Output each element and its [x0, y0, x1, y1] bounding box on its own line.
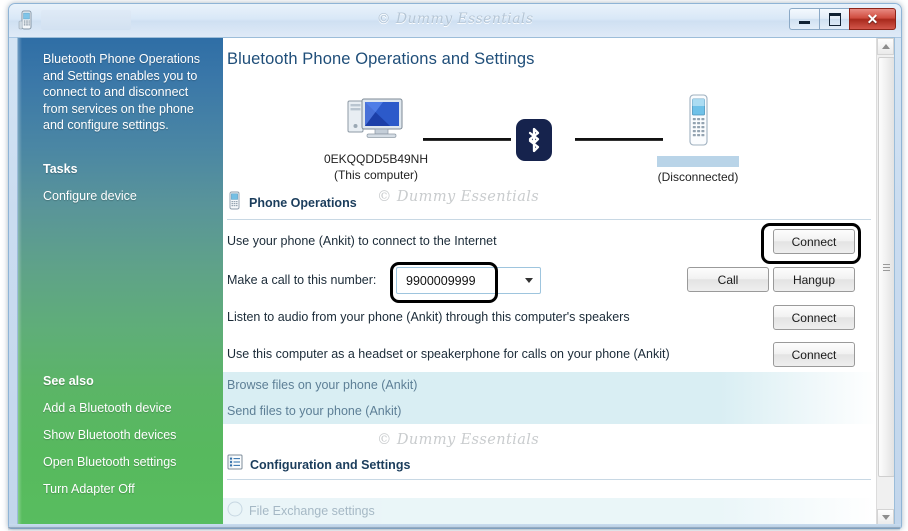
configuration-title: Configuration and Settings	[250, 457, 411, 472]
connect-internet-button[interactable]: Connect	[773, 229, 855, 254]
client-area: Bluetooth Phone Operations and Settings …	[17, 37, 895, 526]
desktop-backdrop: © Dummy Essentials ✕ Bluetooth Phone Ope…	[0, 0, 908, 531]
operation-row-audio: Listen to audio from your phone (Ankit) …	[223, 298, 877, 335]
page-title: Bluetooth Phone Operations and Settings	[227, 50, 535, 68]
sidebar-item-add-bluetooth-device[interactable]: Add a Bluetooth device	[18, 401, 223, 415]
vertical-scrollbar[interactable]	[876, 38, 894, 526]
operation-row-send-files[interactable]: Send files to your phone (Ankit)	[223, 398, 877, 424]
maximize-icon	[828, 12, 841, 26]
desktop-computer-icon	[345, 98, 407, 150]
sidebar-item-turn-adapter-off[interactable]: Turn Adapter Off	[18, 482, 223, 496]
operation-row-browse-files[interactable]: Browse files on your phone (Ankit)	[223, 372, 877, 398]
close-button[interactable]: ✕	[849, 8, 896, 30]
connect-audio-button[interactable]: Connect	[773, 305, 855, 330]
operation-label: Use this computer as a headset or speake…	[227, 346, 670, 361]
bluetooth-icon	[516, 119, 552, 161]
phone-name-redacted	[623, 154, 773, 168]
application-window: © Dummy Essentials ✕ Bluetooth Phone Ope…	[8, 3, 902, 529]
connection-line-left	[423, 138, 511, 141]
operation-row-partial[interactable]: File Exchange settings	[223, 498, 877, 524]
device-connection-diagram: 0EKQQDD5B49NH (This computer) (Disconnec…	[223, 75, 877, 191]
computer-caption: (This computer)	[333, 168, 419, 182]
sidebar-see-also-heading: See also	[43, 374, 94, 388]
scroll-thumb-grip	[883, 263, 890, 271]
phone-icon	[17, 10, 37, 31]
operation-label: Send files to your phone (Ankit)	[227, 404, 402, 418]
phone-number-combobox[interactable]: 9900009999	[396, 267, 541, 294]
maximize-button[interactable]	[819, 8, 849, 30]
operation-label: Listen to audio from your phone (Ankit) …	[227, 309, 630, 324]
section-watermark: © Dummy Essentials	[377, 432, 540, 448]
chevron-down-icon[interactable]	[518, 268, 540, 293]
sidebar-item-configure-device[interactable]: Configure device	[18, 189, 223, 203]
window-title-redacted	[41, 10, 131, 30]
sidebar-description: Bluetooth Phone Operations and Settings …	[43, 52, 201, 132]
operation-label: File Exchange settings	[249, 504, 375, 518]
sidebar-item-show-bluetooth-devices[interactable]: Show Bluetooth devices	[18, 428, 223, 442]
content-scroll-body: Bluetooth Phone Operations and Settings	[223, 38, 877, 526]
connect-headset-button[interactable]: Connect	[773, 342, 855, 367]
operation-label: Make a call to this number:	[227, 272, 377, 287]
section-watermark: © Dummy Essentials	[377, 189, 540, 205]
title-watermark: © Dummy Essentials	[376, 11, 534, 27]
call-button[interactable]: Call	[687, 267, 769, 292]
operation-row-internet: Use your phone (Ankit) to connect to the…	[223, 220, 877, 264]
mobile-phone-icon	[681, 94, 715, 152]
window-controls: ✕	[789, 8, 896, 30]
settings-list-icon	[227, 454, 243, 475]
operation-row-headset: Use this computer as a headset or speake…	[223, 335, 877, 372]
phone-number-input[interactable]: 9900009999	[397, 274, 518, 288]
scroll-up-icon[interactable]	[877, 38, 894, 55]
phone-status-caption: (Disconnected)	[657, 170, 739, 184]
sidebar-see-also-group: See also Add a Bluetooth device Show Blu…	[18, 374, 223, 496]
hangup-button[interactable]: Hangup	[773, 267, 855, 292]
scroll-thumb[interactable]	[878, 57, 894, 477]
window-shadow	[8, 527, 900, 531]
computer-name: 0EKQQDD5B49NH	[323, 152, 429, 166]
title-bar[interactable]: © Dummy Essentials ✕	[9, 4, 901, 38]
close-icon: ✕	[866, 11, 879, 27]
phone-operations-header: Phone Operations © Dummy Essentials	[227, 189, 871, 220]
configuration-header: Configuration and Settings © Dummy Essen…	[227, 432, 871, 480]
phone-node: (Disconnected)	[623, 93, 773, 184]
minimize-icon	[799, 21, 810, 24]
operation-label: Browse files on your phone (Ankit)	[227, 378, 418, 392]
phone-operations-title: Phone Operations	[249, 196, 357, 210]
minimize-button[interactable]	[789, 8, 819, 30]
circle-icon	[227, 501, 249, 522]
sidebar: Bluetooth Phone Operations and Settings …	[18, 38, 223, 526]
operation-label: Use your phone (Ankit) to connect to the…	[227, 233, 497, 248]
sidebar-tasks-heading: Tasks	[43, 161, 78, 176]
operation-row-call: Make a call to this number: 9900009999 C…	[223, 261, 877, 303]
sidebar-item-open-bluetooth-settings[interactable]: Open Bluetooth settings	[18, 455, 223, 469]
mobile-phone-icon	[227, 191, 242, 215]
content-pane: Bluetooth Phone Operations and Settings	[223, 38, 894, 526]
